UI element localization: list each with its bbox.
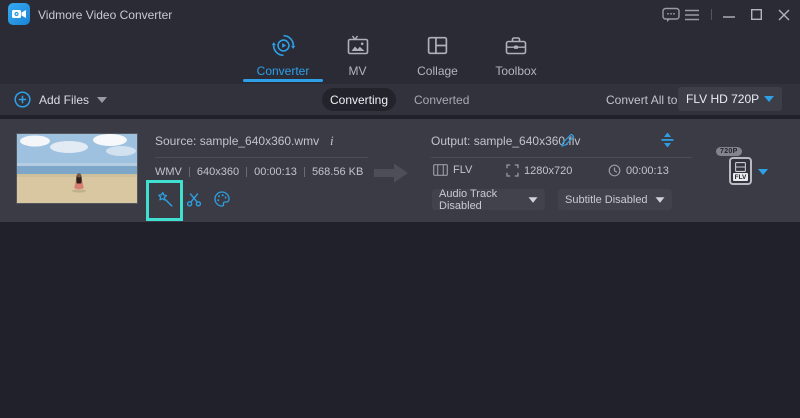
meta-separator [304,167,305,177]
tab-collage-label: Collage [417,64,458,78]
collage-icon [405,34,470,58]
convert-all-caret-icon [764,96,774,102]
menu-icon[interactable] [684,7,699,22]
app-logo-icon [8,3,30,25]
output-format-group: FLV [433,164,472,176]
source-metadata: WMV 640x360 00:00:13 568.56 KB [155,166,363,178]
source-duration: 00:00:13 [254,166,297,178]
toolbar: Add Files Converting Converted Convert A… [0,84,800,115]
output-resolution-group: 1280x720 [506,164,572,177]
convert-all-dropdown[interactable]: FLV HD 720P [678,87,782,111]
minimize-button[interactable] [722,7,735,22]
tab-converter-label: Converter [257,64,310,78]
film-icon [433,164,448,176]
profile-film-icon [735,162,746,172]
output-format: FLV [453,164,472,176]
resolution-expand-icon [506,164,519,177]
maximize-button[interactable] [750,7,763,22]
audio-track-value: Audio Track Disabled [439,188,528,212]
tab-collage[interactable]: Collage [405,34,470,80]
meta-separator [189,167,190,177]
annotation-highlight-box [146,180,183,221]
titlebar-separator [711,9,712,20]
converting-tab[interactable]: Converting [322,88,396,111]
source-size: 568.56 KB [312,166,363,178]
source-divider [155,157,368,158]
close-button[interactable] [777,7,791,22]
mv-icon [330,34,385,58]
add-files-caret-icon [97,97,107,103]
tab-toolbox[interactable]: Toolbox [482,34,550,80]
profile-format-label: FLV [733,173,748,181]
title-bar: Vidmore Video Converter [0,0,800,84]
profile-caret-icon[interactable] [758,169,768,175]
output-divider [431,157,692,158]
feedback-icon[interactable] [661,7,680,22]
add-files-label: Add Files [39,93,89,107]
clock-icon [608,164,621,177]
window-title: Vidmore Video Converter [38,8,172,22]
cut-scissors-icon[interactable] [184,189,204,209]
add-icon [14,91,31,108]
file-row[interactable]: Source: sample_640x360.wmv i WMV 640x360… [0,119,800,222]
subtitle-dropdown[interactable]: Subtitle Disabled [558,189,672,210]
source-filename: Source: sample_640x360.wmv [155,134,319,148]
meta-separator [246,167,247,177]
file-list-area: Source: sample_640x360.wmv i WMV 640x360… [0,115,800,418]
info-icon[interactable]: i [330,133,334,149]
add-files-button[interactable]: Add Files [14,89,107,110]
audio-track-dropdown[interactable]: Audio Track Disabled [432,189,545,210]
convert-arrow-icon [372,160,410,186]
tab-mv-label: MV [349,64,367,78]
toolbox-icon [482,34,550,58]
active-tab-underline [243,79,323,82]
converted-tab[interactable]: Converted [414,93,469,107]
video-thumbnail [16,133,138,204]
convert-all-label: Convert All to: [606,93,681,107]
output-duration-group: 00:00:13 [608,164,669,177]
subtitle-value: Subtitle Disabled [565,194,648,206]
subtitle-dropdown-caret-icon [656,197,665,202]
tab-toolbox-label: Toolbox [495,64,536,78]
fit-height-icon[interactable] [661,132,675,149]
profile-resolution-badge: 720P [716,147,742,156]
output-resolution: 1280x720 [524,165,572,177]
convert-all-value: FLV HD 720P [686,92,764,106]
tab-mv[interactable]: MV [330,34,385,80]
effect-palette-icon[interactable] [212,189,232,209]
source-resolution: 640x360 [197,166,239,178]
source-format: WMV [155,166,182,178]
profile-format-icon[interactable]: FLV [729,157,752,185]
converter-icon [248,34,318,58]
output-filename: Output: sample_640x360.flv [431,134,580,148]
app-window: Vidmore Video Converter [0,0,800,418]
audio-dropdown-caret-icon [529,197,538,202]
rename-pencil-icon[interactable] [560,133,576,149]
output-duration: 00:00:13 [626,165,669,177]
tab-converter[interactable]: Converter [248,34,318,80]
